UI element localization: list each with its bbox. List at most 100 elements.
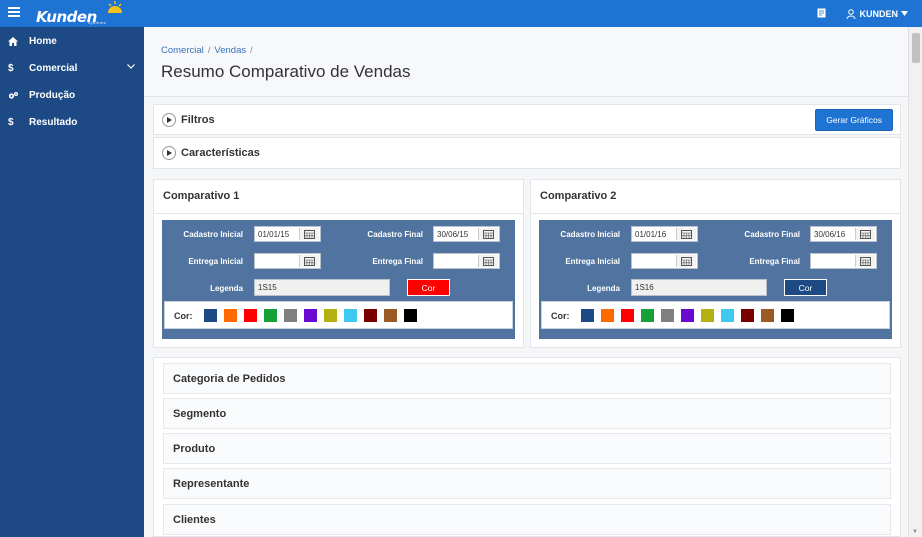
- top-navbar: Kunden systems KUNDEN: [0, 0, 922, 27]
- sidebar-item-label: Resultado: [29, 117, 78, 128]
- entrega-inicial-input[interactable]: [254, 253, 321, 269]
- cadastro-inicial-label: Cadastro Inicial: [560, 230, 620, 239]
- accordion-clientes[interactable]: Clientes: [163, 504, 891, 535]
- cadastro-final-input[interactable]: 30/06/16: [810, 226, 877, 242]
- breadcrumb-vendas[interactable]: Vendas: [214, 45, 246, 56]
- legenda-input[interactable]: 1S15: [254, 279, 390, 296]
- entrega-inicial-label: Entrega Inicial: [565, 257, 620, 266]
- color-swatch[interactable]: [780, 308, 795, 323]
- sidebar-item-resultado[interactable]: $ Resultado: [0, 109, 144, 136]
- entrega-final-input[interactable]: [810, 253, 877, 269]
- color-swatch[interactable]: [243, 308, 258, 323]
- entrega-final-label: Entrega Final: [372, 257, 423, 266]
- color-swatch[interactable]: [223, 308, 238, 323]
- gears-icon: [8, 91, 22, 100]
- sidebar-item-home[interactable]: Home: [0, 28, 144, 55]
- cadastro-final-value: 30/06/16: [814, 229, 846, 239]
- breadcrumb-comercial[interactable]: Comercial: [161, 45, 204, 56]
- cadastro-final-value: 30/06/15: [437, 229, 469, 239]
- calendar-icon[interactable]: [299, 228, 319, 240]
- accordion-segmento[interactable]: Segmento: [163, 398, 891, 429]
- scrollbar-thumb[interactable]: [912, 33, 920, 63]
- caret-down-icon: [901, 11, 908, 16]
- cor-label: Cor:: [551, 311, 570, 321]
- color-swatch[interactable]: [720, 308, 735, 323]
- color-swatch[interactable]: [403, 308, 418, 323]
- color-swatch[interactable]: [580, 308, 595, 323]
- color-swatch[interactable]: [700, 308, 715, 323]
- dollar-icon: $: [8, 117, 14, 128]
- cadastro-inicial-input[interactable]: 01/01/15: [254, 226, 321, 242]
- calendar-icon[interactable]: [676, 255, 696, 267]
- dollar-icon: $: [8, 63, 14, 74]
- color-swatch[interactable]: [203, 308, 218, 323]
- filtros-toggle[interactable]: Filtros: [154, 105, 900, 134]
- scrollbar[interactable]: ▼: [908, 27, 922, 537]
- color-swatch[interactable]: [363, 308, 378, 323]
- color-swatch[interactable]: [760, 308, 775, 323]
- user-menu[interactable]: KUNDEN: [846, 9, 908, 19]
- calendar-icon[interactable]: [478, 228, 498, 240]
- color-picker: Cor:: [164, 301, 513, 329]
- accordion-produto[interactable]: Produto: [163, 433, 891, 464]
- document-icon[interactable]: [817, 8, 826, 20]
- color-swatch[interactable]: [640, 308, 655, 323]
- sidebar: Home $ Comercial Produção $ Resultado: [0, 27, 144, 537]
- color-swatch[interactable]: [740, 308, 755, 323]
- color-swatch[interactable]: [383, 308, 398, 323]
- calendar-icon[interactable]: [478, 255, 498, 267]
- legenda-value: 1S16: [635, 283, 654, 292]
- color-swatch[interactable]: [620, 308, 635, 323]
- color-swatch[interactable]: [263, 308, 278, 323]
- cor-button[interactable]: Cor: [407, 279, 450, 296]
- legenda-value: 1S15: [258, 283, 277, 292]
- caracteristicas-toggle[interactable]: Características: [154, 138, 900, 168]
- user-icon: [846, 8, 856, 19]
- caracteristicas-label: Características: [181, 147, 260, 159]
- calendar-icon[interactable]: [676, 228, 696, 240]
- calendar-icon[interactable]: [855, 255, 875, 267]
- entrega-final-label: Entrega Final: [749, 257, 800, 266]
- comparativo-2-panel: Comparativo 2 Cadastro Inicial 01/01/16 …: [530, 179, 901, 348]
- expand-icon: [162, 146, 176, 160]
- categorias-panel: Categoria de Pedidos Segmento Produto Re…: [153, 357, 901, 537]
- entrega-inicial-label: Entrega Inicial: [188, 257, 243, 266]
- cor-label: Cor:: [174, 311, 193, 321]
- menu-icon[interactable]: [8, 7, 20, 19]
- page-header: Comercial / Vendas / Resumo Comparativo de …: [144, 27, 908, 97]
- scroll-down-icon[interactable]: ▼: [912, 529, 918, 535]
- color-swatch[interactable]: [283, 308, 298, 323]
- entrega-final-input[interactable]: [433, 253, 500, 269]
- sidebar-item-producao[interactable]: Produção: [0, 82, 144, 109]
- color-swatch[interactable]: [680, 308, 695, 323]
- calendar-icon[interactable]: [299, 255, 319, 267]
- sidebar-item-comercial[interactable]: $ Comercial: [0, 55, 144, 82]
- logo-sun-icon: [108, 1, 122, 13]
- cadastro-inicial-value: 01/01/16: [635, 229, 667, 239]
- main-content: Comercial / Vendas / Resumo Comparativo de …: [144, 27, 908, 537]
- cadastro-final-label: Cadastro Final: [367, 230, 423, 239]
- accordion-representante[interactable]: Representante: [163, 468, 891, 499]
- comparativo-form: Cadastro Inicial 01/01/16 Cadastro Final…: [539, 220, 892, 339]
- comparativo-title: Comparativo 1: [163, 190, 240, 202]
- accordion-categoria-de-pedidos[interactable]: Categoria de Pedidos: [163, 363, 891, 394]
- user-label: KUNDEN: [859, 8, 898, 19]
- calendar-icon[interactable]: [855, 228, 875, 240]
- color-swatch[interactable]: [600, 308, 615, 323]
- sidebar-item-label: Produção: [29, 90, 76, 101]
- color-swatch[interactable]: [323, 308, 338, 323]
- cadastro-final-input[interactable]: 30/06/15: [433, 226, 500, 242]
- cor-button[interactable]: Cor: [784, 279, 827, 296]
- color-swatch[interactable]: [343, 308, 358, 323]
- color-swatch[interactable]: [303, 308, 318, 323]
- chevron-down-icon: [127, 64, 135, 69]
- caracteristicas-panel: Características: [153, 137, 901, 169]
- entrega-inicial-input[interactable]: [631, 253, 698, 269]
- legenda-label: Legenda: [210, 284, 243, 293]
- logo-subtext: systems: [88, 20, 107, 25]
- color-swatch[interactable]: [660, 308, 675, 323]
- cadastro-inicial-input[interactable]: 01/01/16: [631, 226, 698, 242]
- gerar-graficos-button[interactable]: Gerar Gráficos: [815, 109, 893, 131]
- legenda-input[interactable]: 1S16: [631, 279, 767, 296]
- cadastro-inicial-label: Cadastro Inicial: [183, 230, 243, 239]
